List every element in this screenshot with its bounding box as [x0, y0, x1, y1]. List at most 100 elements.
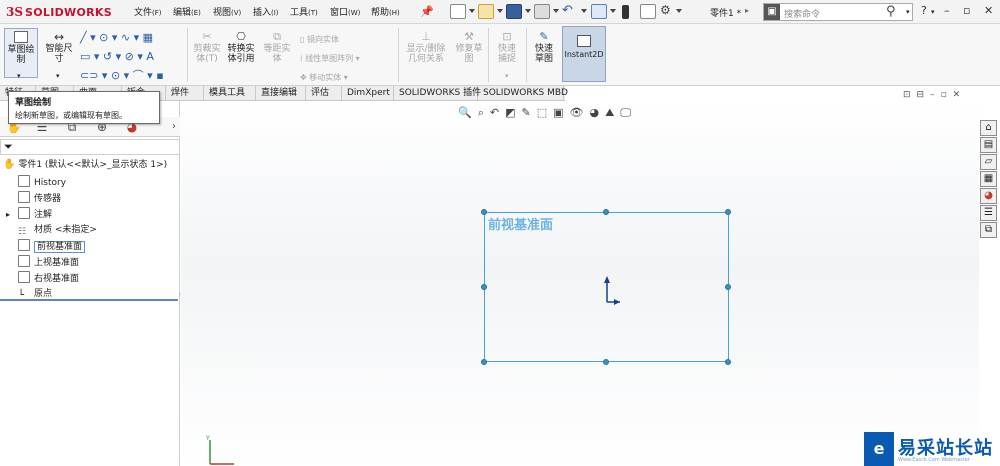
tree-item-right-plane[interactable]: 右视基准面	[18, 271, 79, 285]
section-view-icon[interactable]: ◩	[505, 106, 515, 122]
tree-item-front-plane[interactable]: 前视基准面	[18, 239, 86, 253]
smart-dimension-dropdown-icon[interactable]: ▾	[56, 72, 60, 80]
line-tool-icon[interactable]: ╱ ▾ ⊙ ▾ ∿ ▾ ▦	[80, 28, 164, 47]
undo-icon[interactable]: ↶	[562, 3, 573, 18]
traffic-light-icon[interactable]	[622, 5, 629, 19]
tree-item-history[interactable]: History	[18, 175, 66, 189]
filter-row[interactable]: ⏷	[0, 139, 180, 155]
tree-item-top-plane[interactable]: 上视基准面	[18, 255, 79, 269]
convert-entities-button[interactable]: ⎔ 转换实体引用	[224, 28, 258, 78]
menu-edit[interactable]: 编辑(E)	[173, 5, 201, 18]
quick-snaps-button[interactable]: ⊡ 快速捕捉	[490, 28, 524, 78]
search-box[interactable]: ▣ 搜索命令 ⚲	[763, 3, 913, 21]
plane-handle[interactable]	[481, 209, 487, 215]
previous-view-icon[interactable]: ↶	[490, 106, 499, 122]
doc-window-controls[interactable]: ⊡⊟–▫✕	[903, 90, 966, 100]
view-settings-icon[interactable]: 🖵	[620, 106, 631, 122]
filter-icon[interactable]: ⏷	[4, 140, 13, 154]
rollback-bar[interactable]	[0, 299, 178, 301]
select-dropdown-icon[interactable]	[610, 9, 616, 13]
offset-entities-button[interactable]: ⧉ 等距实体	[260, 28, 294, 78]
save-dropdown-icon[interactable]	[525, 9, 531, 13]
search-input[interactable]: 搜索命令	[784, 7, 820, 20]
search-icon[interactable]: ⚲	[886, 4, 896, 19]
custom-properties-icon[interactable]: ☰	[980, 205, 997, 221]
help-button[interactable]: ?	[921, 4, 927, 17]
tree-item-annotations[interactable]: ▸ 注解	[6, 207, 52, 221]
print-icon[interactable]	[534, 4, 550, 19]
plane-handle[interactable]	[725, 209, 731, 215]
menu-help[interactable]: 帮助(H)	[371, 5, 400, 18]
view-palette-icon[interactable]: ▦	[980, 171, 997, 187]
close-button[interactable]: ✕	[984, 4, 993, 17]
forum-icon[interactable]: ⧉	[980, 222, 997, 238]
plane-handle[interactable]	[603, 359, 609, 365]
search-dropdown-icon[interactable]: ▾	[906, 8, 910, 16]
help-dropdown-icon[interactable]: ▾	[931, 8, 935, 16]
rapid-sketch-button[interactable]: ✎ 快速草图	[528, 28, 560, 78]
design-library-icon[interactable]: ▤	[980, 137, 997, 153]
options-gear-icon[interactable]: ⚙	[660, 3, 671, 17]
linear-pattern-button[interactable]: ⁞ 线性草图阵列 ▾	[300, 49, 360, 68]
save-icon[interactable]	[506, 4, 522, 19]
tree-item-sensors[interactable]: 传感器	[18, 191, 61, 205]
tab-evaluate[interactable]: 评估	[306, 86, 342, 101]
pin-icon[interactable]: 📌	[420, 5, 434, 18]
mirror-entities-button[interactable]: ▯ 镜向实体	[300, 30, 360, 49]
edit-appearance-icon[interactable]: ◕	[590, 106, 600, 122]
move-entities-button[interactable]: ✥ 移动实体 ▾	[300, 68, 360, 87]
menu-tools[interactable]: 工具(T)	[290, 5, 318, 18]
restore-button[interactable]: ▫	[963, 4, 970, 17]
tab-weldments[interactable]: 焊件	[166, 86, 204, 101]
tab-mold-tools[interactable]: 模具工具	[204, 86, 256, 101]
display-delete-relations-button[interactable]: ⊥ 显示/删除几何关系	[402, 28, 450, 78]
tab-solidworks-mbd[interactable]: SOLIDWORKS MBD	[478, 86, 568, 101]
chevron-right-icon[interactable]: ▸	[745, 6, 749, 15]
display-style-icon[interactable]: ▣	[553, 106, 563, 122]
menu-view[interactable]: 视图(V)	[213, 5, 241, 18]
plane-handle[interactable]	[481, 284, 487, 290]
home-icon[interactable]: ⌂	[980, 120, 997, 136]
quick-snaps-dropdown-icon[interactable]: ▾	[505, 72, 509, 80]
smart-dimension-button[interactable]: ↔ 智能尺寸	[42, 28, 76, 78]
rectangle-tool-icon[interactable]: ▭ ▾ ↺ ▾ ⊘ ▾ A	[80, 47, 164, 66]
options-dropdown-icon[interactable]	[676, 9, 682, 13]
menu-file[interactable]: 文件(F)	[134, 5, 162, 18]
tree-root[interactable]: ✋ 零件1 (默认<<默认>_显示状态 1>)	[3, 158, 167, 172]
open-dropdown-icon[interactable]	[497, 9, 503, 13]
new-dropdown-icon[interactable]	[469, 9, 475, 13]
new-document-icon[interactable]	[450, 4, 466, 19]
view-orientation-icon[interactable]: ⬚	[537, 106, 547, 122]
minimize-button[interactable]: –	[944, 4, 950, 17]
instant2d-button[interactable]: Instant2D	[562, 26, 606, 82]
hide-show-items-icon[interactable]: 👁	[570, 106, 584, 122]
plane-handle[interactable]	[725, 284, 731, 290]
file-properties-icon[interactable]	[640, 4, 656, 19]
print-dropdown-icon[interactable]	[553, 9, 559, 13]
menu-insert[interactable]: 插入(I)	[253, 5, 279, 18]
tab-dimxpert[interactable]: DimXpert	[342, 86, 394, 101]
undo-dropdown-icon[interactable]	[581, 9, 587, 13]
dynamic-annotation-icon[interactable]: ✎	[522, 106, 531, 122]
menu-window[interactable]: 窗口(W)	[330, 5, 360, 18]
plane-handle[interactable]	[603, 209, 609, 215]
tab-direct-editing[interactable]: 直接编辑	[256, 86, 306, 101]
repair-sketch-button[interactable]: ⚒ 修复草图	[452, 28, 486, 78]
sketch-dropdown-icon[interactable]: ▾	[17, 72, 21, 80]
file-explorer-icon[interactable]: ▱	[980, 154, 997, 170]
trim-entities-button[interactable]: ✂ 剪裁实体(T)	[190, 28, 224, 78]
open-folder-icon[interactable]	[478, 4, 494, 19]
solidworks-logo[interactable]: 3S SOLIDWORKS	[6, 4, 112, 20]
zoom-to-area-icon[interactable]: ⌕	[478, 106, 484, 122]
tree-item-material[interactable]: ☷ 材质 <未指定>	[18, 223, 97, 237]
select-cursor-icon[interactable]	[591, 4, 607, 19]
slot-tool-icon[interactable]: ⊂⊃ ▾ ⊙ ▾ ⌒ ▾ ▪	[80, 66, 164, 85]
expand-arrow-icon[interactable]: ▸	[6, 208, 18, 222]
apply-scene-icon[interactable]: ⛰	[605, 106, 614, 122]
plane-handle[interactable]	[481, 359, 487, 365]
appearances-icon[interactable]: ◕	[980, 188, 997, 204]
tab-solidworks-addins[interactable]: SOLIDWORKS 插件	[394, 86, 481, 101]
sketch-button[interactable]: 草图绘制	[4, 28, 38, 78]
plane-handle[interactable]	[725, 359, 731, 365]
zoom-to-fit-icon[interactable]: 🔍	[458, 106, 472, 122]
